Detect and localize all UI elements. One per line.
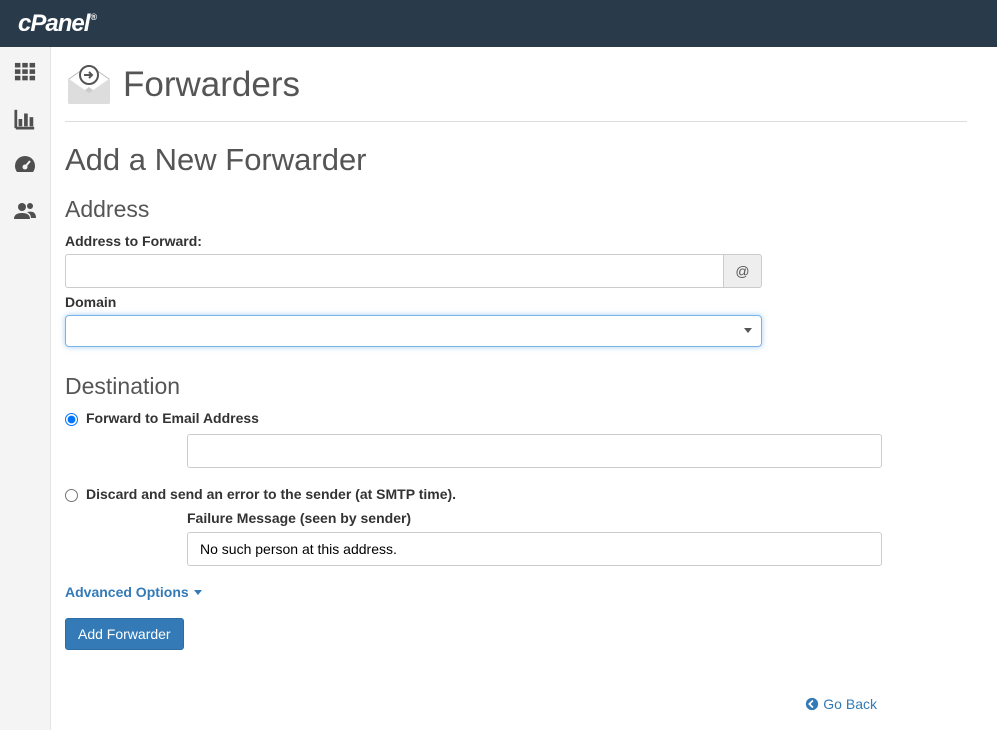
forward-email-input[interactable]	[187, 434, 882, 468]
brand-reg: ®	[90, 12, 96, 22]
stats-icon[interactable]	[11, 105, 39, 133]
dashboard-icon[interactable]	[11, 151, 39, 179]
forward-radio-label: Forward to Email Address	[86, 410, 259, 426]
failure-message-input[interactable]	[187, 532, 882, 566]
arrow-left-circle-icon	[805, 697, 819, 711]
brand-logo[interactable]: cPanel ®	[18, 10, 96, 38]
page-header: Forwarders	[65, 65, 967, 122]
advanced-options-label: Advanced Options	[65, 584, 189, 600]
address-forward-input[interactable]	[65, 254, 724, 288]
add-forwarder-button[interactable]: Add Forwarder	[65, 618, 184, 650]
at-addon: @	[724, 254, 762, 288]
discard-radio-label: Discard and send an error to the sender …	[86, 486, 456, 502]
go-back-link[interactable]: Go Back	[805, 696, 877, 712]
domain-label: Domain	[65, 294, 967, 310]
top-header: cPanel ®	[0, 0, 997, 47]
caret-down-icon	[194, 590, 202, 595]
page-title: Forwarders	[123, 65, 300, 105]
failure-label: Failure Message (seen by sender)	[187, 510, 967, 526]
section-title: Add a New Forwarder	[65, 142, 967, 178]
brand-text: cPanel	[18, 10, 89, 38]
grid-icon[interactable]	[11, 59, 39, 87]
discard-radio[interactable]	[65, 489, 78, 502]
address-heading: Address	[65, 196, 967, 223]
go-back-label: Go Back	[823, 696, 877, 712]
address-forward-label: Address to Forward:	[65, 233, 967, 249]
destination-heading: Destination	[65, 373, 967, 400]
advanced-options-toggle[interactable]: Advanced Options	[65, 584, 202, 600]
main-content: Forwarders Add a New Forwarder Address A…	[51, 47, 997, 730]
domain-select[interactable]	[65, 315, 762, 347]
users-icon[interactable]	[11, 197, 39, 225]
forward-radio[interactable]	[65, 413, 78, 426]
forwarders-icon	[65, 65, 113, 105]
sidebar	[0, 47, 51, 730]
